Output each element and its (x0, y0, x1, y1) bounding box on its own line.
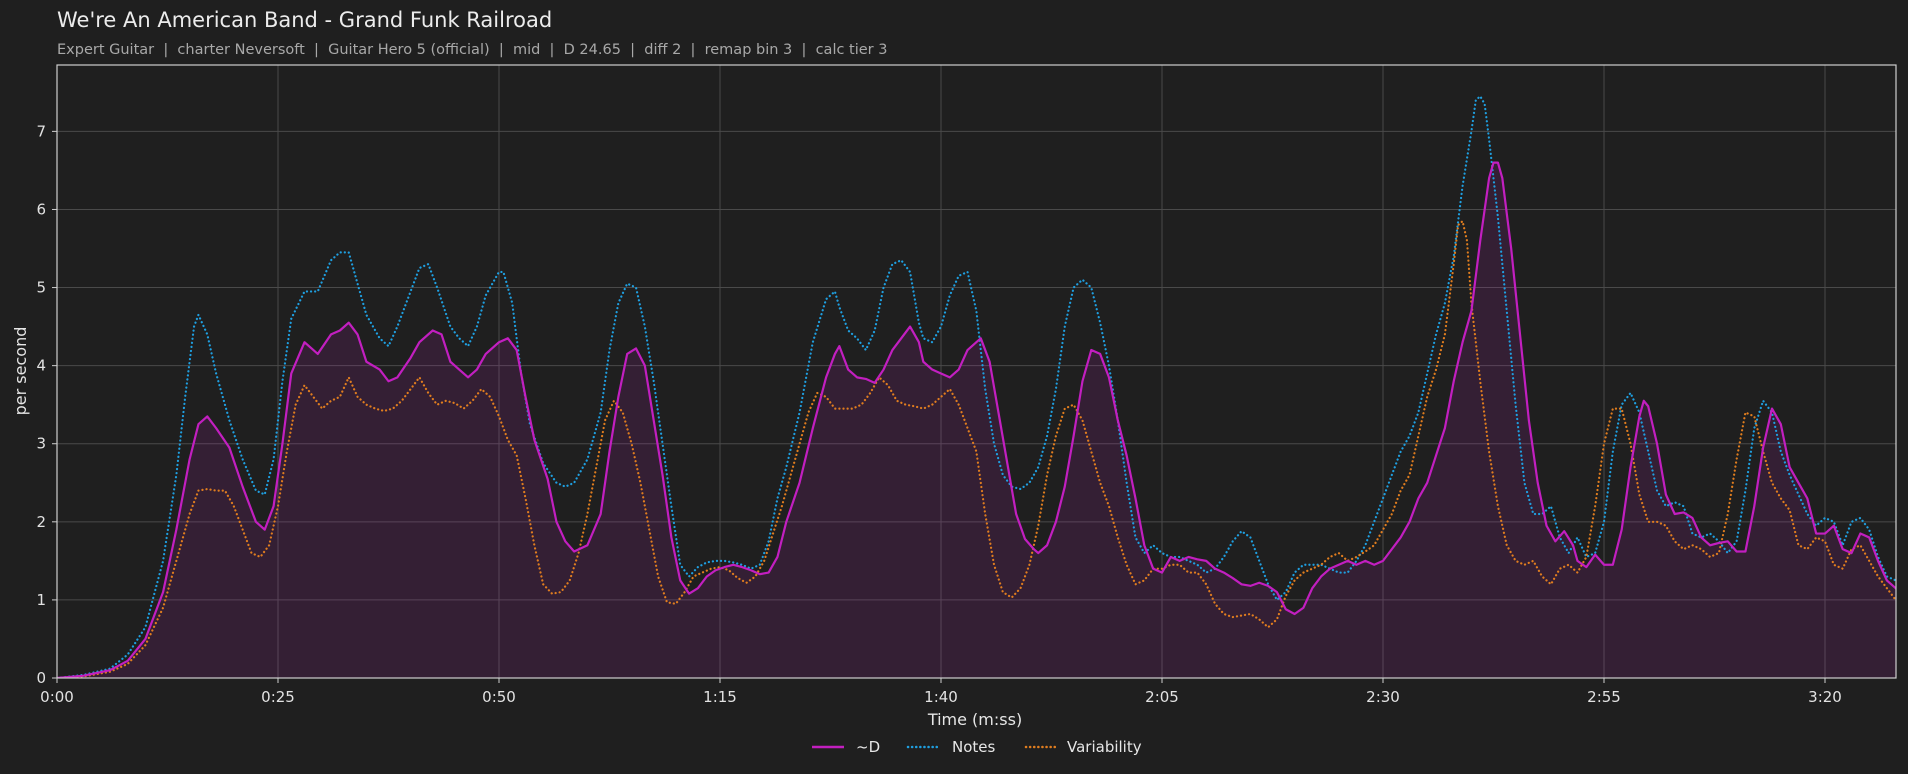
x-tick-label: 1:40 (924, 688, 958, 706)
legend-label-0: ~D (856, 738, 880, 756)
chart-subtitle: Expert Guitar | charter Neversoft | Guit… (57, 42, 887, 58)
y-tick-label: 3 (36, 435, 46, 453)
x-tick-label: 0:50 (482, 688, 516, 706)
x-tick-label: 0:00 (40, 688, 74, 706)
x-tick-label: 2:30 (1366, 688, 1400, 706)
y-tick-label: 4 (36, 357, 46, 375)
chart-svg: We're An American Band - Grand Funk Rail… (11, 8, 1897, 756)
chart-root: We're An American Band - Grand Funk Rail… (0, 0, 1908, 774)
x-tick-label: 2:55 (1587, 688, 1621, 706)
legend-label-1: Notes (952, 738, 996, 756)
chart-title: We're An American Band - Grand Funk Rail… (57, 8, 552, 32)
y-tick-label: 1 (36, 591, 46, 609)
plot-area (57, 65, 1896, 678)
x-tick-label: 2:05 (1145, 688, 1179, 706)
x-tick-label: 1:15 (703, 688, 737, 706)
x-tick-label: 0:25 (261, 688, 295, 706)
legend-label-2: Variability (1067, 738, 1142, 756)
y-tick-label: 7 (36, 122, 46, 140)
legend: ~D Notes Variability (812, 738, 1142, 756)
y-axis-label: per second (11, 327, 30, 416)
x-tick-label: 3:20 (1808, 688, 1842, 706)
y-tick-label: 2 (36, 513, 46, 531)
x-axis-label: Time (m:ss) (927, 710, 1022, 729)
y-tick-label: 6 (36, 200, 46, 218)
y-tick-label: 0 (36, 669, 46, 687)
y-tick-label: 5 (36, 279, 46, 297)
